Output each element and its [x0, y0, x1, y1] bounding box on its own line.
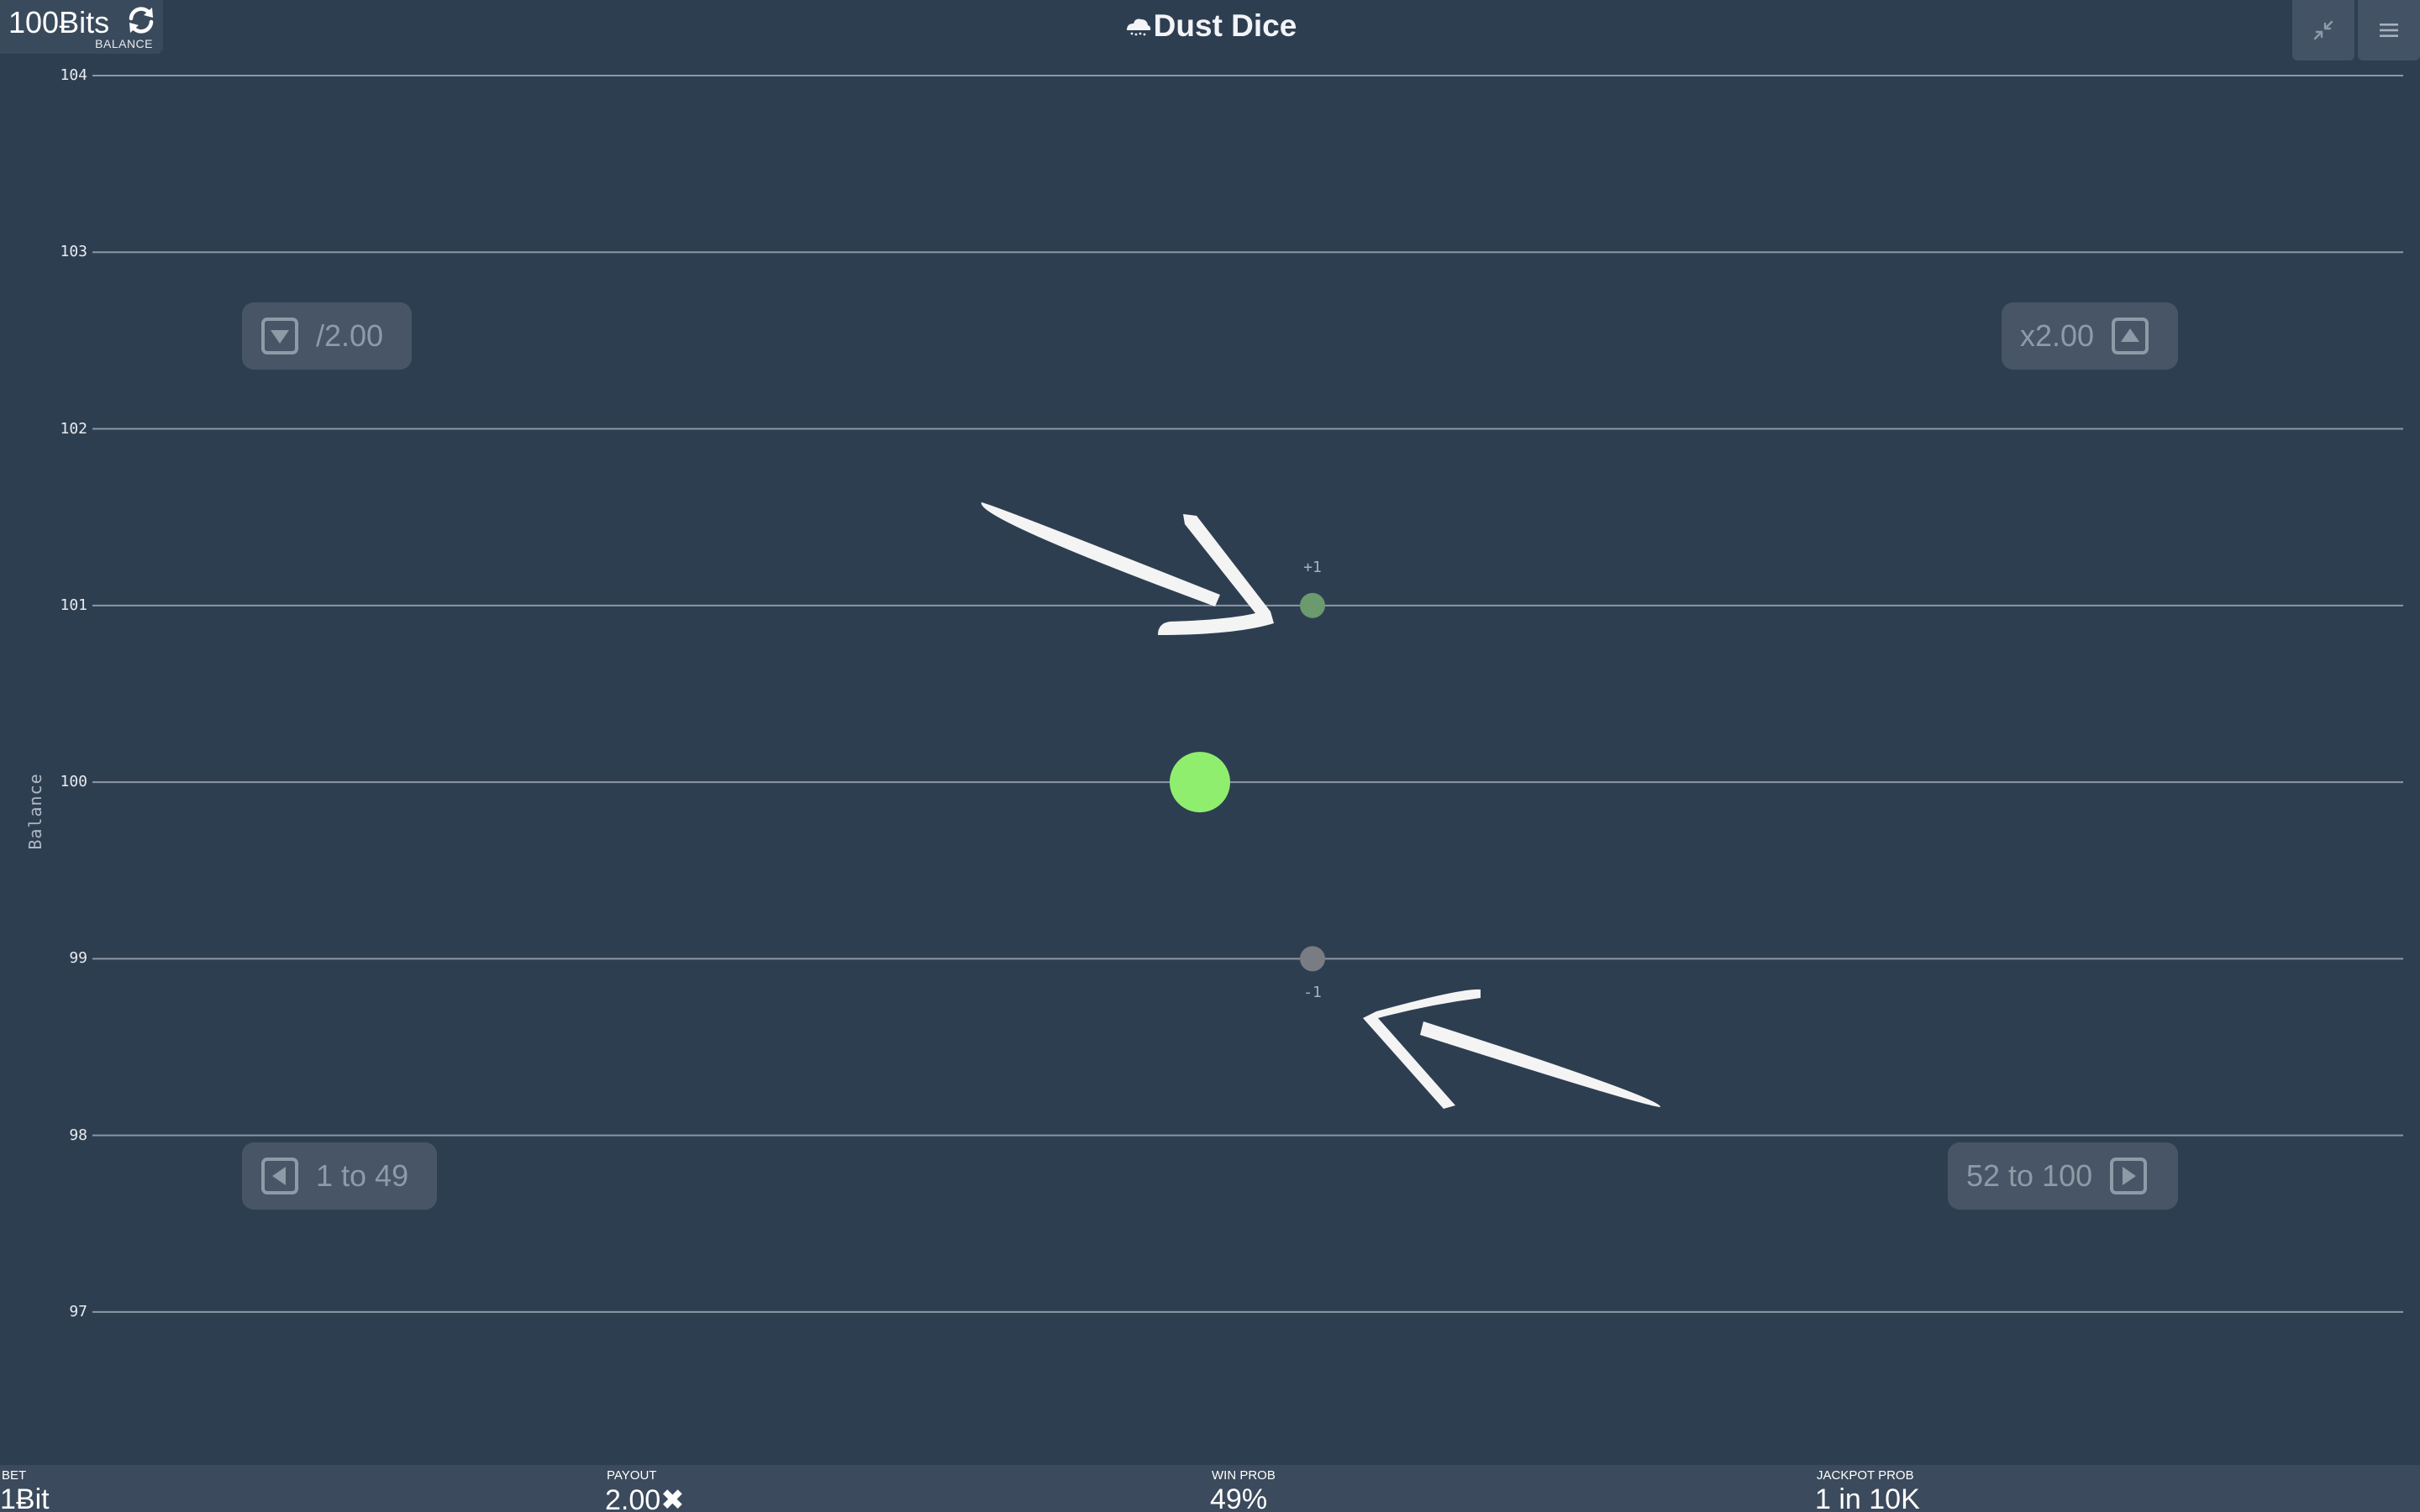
- point-win-preview: [1300, 592, 1325, 618]
- point-current: [1170, 752, 1230, 813]
- jackpot-prob-label: JACKPOT PROB: [1817, 1468, 1914, 1483]
- bet-low-label: 1 to 49: [316, 1158, 409, 1193]
- y-tick-label: 98: [69, 1126, 87, 1144]
- y-tick-label: 101: [60, 596, 87, 614]
- annotation-arrows: [981, 502, 1661, 1109]
- bet-high-button[interactable]: 52 to 100: [1948, 1142, 2178, 1210]
- delta-label-loss-preview: -1: [1303, 984, 1322, 1002]
- arrow-right-box-icon: [2110, 1158, 2148, 1194]
- y-tick-label: 102: [60, 419, 87, 438]
- y-tick-label: 97: [69, 1302, 87, 1320]
- double-bet-label: x2.00: [2020, 318, 2095, 353]
- bet-label: BET: [2, 1468, 27, 1483]
- dust-dice-app: 100Ƀits BALANCE Dust Dice 104 103 102 10…: [0, 0, 2420, 1512]
- y-tick-label: 104: [60, 66, 87, 84]
- win-prob-label: WIN PROB: [1212, 1468, 1276, 1483]
- point-loss-preview: [1300, 946, 1325, 972]
- chart-gridlines: [92, 75, 2403, 1313]
- bet-value: 1Ƀit: [0, 1483, 50, 1512]
- y-tick-label: 100: [60, 773, 87, 791]
- y-tick-label: 99: [69, 949, 87, 968]
- bet-low-button[interactable]: 1 to 49: [242, 1142, 437, 1210]
- bottom-stats-bar: BET 1Ƀit PAYOUT 2.00✖ WIN PROB 49% JACKP…: [0, 1465, 2420, 1512]
- halve-bet-button[interactable]: /2.00: [242, 302, 412, 370]
- arrow-up-box-icon: [2112, 318, 2149, 354]
- annotation-arrow-lower: [1420, 1021, 1661, 1107]
- double-bet-button[interactable]: x2.00: [2002, 302, 2178, 370]
- y-axis-label: Balance: [25, 773, 45, 850]
- y-tick-label: 103: [60, 243, 87, 261]
- arrow-down-box-icon: [261, 318, 298, 354]
- jackpot-prob-value: 1 in 10K: [1815, 1483, 1920, 1512]
- annotation-arrow-lower-head: [1363, 989, 1481, 1109]
- payout-value: 2.00✖: [605, 1484, 685, 1512]
- arrow-left-box-icon: [261, 1158, 298, 1194]
- win-prob-value: 49%: [1210, 1483, 1268, 1512]
- halve-bet-label: /2.00: [316, 318, 384, 353]
- payout-label: PAYOUT: [607, 1468, 657, 1483]
- annotation-arrow-upper-head: [1158, 514, 1274, 635]
- delta-label-win-preview: +1: [1303, 558, 1322, 576]
- balance-chart: [92, 75, 2403, 1313]
- bet-high-label: 52 to 100: [1966, 1158, 2093, 1193]
